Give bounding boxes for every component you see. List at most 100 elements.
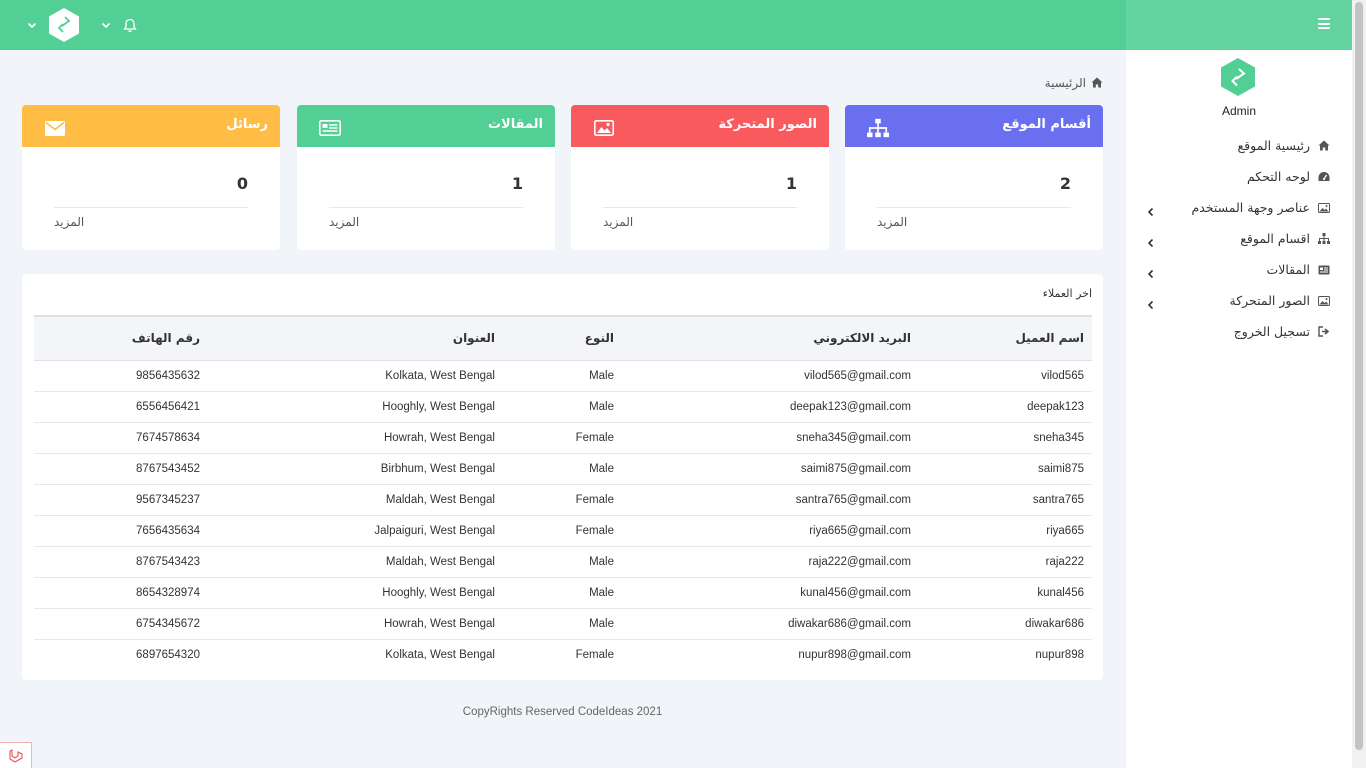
- cell-phone: 6754345672: [136, 617, 200, 630]
- cell-address: Howrah, West Bengal: [383, 431, 495, 444]
- hamburger-menu-icon[interactable]: [1318, 18, 1330, 29]
- bell-icon[interactable]: [120, 15, 140, 35]
- column-header-email: البريد الالكتروني: [813, 331, 911, 346]
- sidebar-item-dashboard[interactable]: لوحه التحكم: [1126, 161, 1352, 192]
- sitemap-icon: [867, 118, 889, 138]
- cell-address: Howrah, West Bengal: [383, 617, 495, 630]
- sidebar-item-articles[interactable]: المقالات: [1126, 254, 1352, 285]
- card-header: المقالات: [297, 105, 555, 147]
- sidebar-item-label: عناصر وجهة المستخدم: [1191, 200, 1310, 215]
- laravel-debug-icon[interactable]: [0, 742, 32, 768]
- cell-name: santra765: [1032, 493, 1084, 506]
- newspaper-icon: [319, 118, 341, 138]
- cell-address: Kolkata, West Bengal: [385, 369, 495, 382]
- table-row: 7656435634 Jalpaiguri, West Bengal Femal…: [34, 515, 1092, 546]
- breadcrumb: الرئيسية: [1045, 73, 1103, 92]
- table-header-row: رقم الهاتف العنوان النوع البريد الالكترو…: [34, 316, 1092, 360]
- cell-type: Male: [589, 555, 614, 568]
- cell-email: santra765@gmail.com: [795, 493, 911, 506]
- chevron-left-icon: [1146, 233, 1156, 248]
- cell-phone: 8654328974: [136, 586, 200, 599]
- cell-email: kunal456@gmail.com: [800, 586, 911, 599]
- table-row: 8654328974 Hooghly, West Bengal Male kun…: [34, 577, 1092, 608]
- user-avatar-logo-icon[interactable]: [48, 7, 80, 43]
- cell-phone: 9856435632: [136, 369, 200, 382]
- image-icon: [593, 118, 615, 138]
- cell-email: nupur898@gmail.com: [798, 648, 911, 661]
- page-scrollbar[interactable]: [1352, 0, 1366, 768]
- table-row: 6556456421 Hooghly, West Bengal Male dee…: [34, 391, 1092, 422]
- card-divider: [603, 207, 797, 208]
- card-title: رسائل: [226, 117, 268, 132]
- cell-name: saimi875: [1037, 462, 1084, 475]
- cell-name: kunal456: [1037, 586, 1084, 599]
- card-header: رسائل: [22, 105, 280, 147]
- card-count: 1: [511, 174, 523, 193]
- chevron-down-icon[interactable]: [96, 15, 116, 35]
- admin-avatar-logo-icon: [1220, 57, 1256, 97]
- card-header: الصور المتحركة: [571, 105, 829, 147]
- cell-address: Jalpaiguri, West Bengal: [374, 524, 495, 537]
- cell-email: sneha345@gmail.com: [796, 431, 911, 444]
- chevron-left-icon: [1146, 264, 1156, 279]
- scrollbar-thumb[interactable]: [1355, 2, 1363, 750]
- table-row: 6754345672 Howrah, West Bengal Male diwa…: [34, 608, 1092, 639]
- cell-email: raja222@gmail.com: [808, 555, 911, 568]
- cell-type: Female: [575, 431, 614, 444]
- table-row: 8767543452 Birbhum, West Bengal Male sai…: [34, 453, 1092, 484]
- sign-out-icon: [1318, 326, 1330, 338]
- sidebar-item-logout[interactable]: تسجيل الخروج: [1126, 316, 1352, 347]
- breadcrumb-home-link[interactable]: الرئيسية: [1045, 76, 1086, 90]
- cell-type: Male: [589, 462, 614, 475]
- cell-phone: 7674578634: [136, 431, 200, 444]
- home-icon: [1318, 140, 1330, 152]
- latest-customers-panel: اخر العملاء رقم الهاتف العنوان النوع الب…: [22, 274, 1103, 680]
- card-more-link[interactable]: المزيد: [54, 215, 84, 229]
- card-more-link[interactable]: المزيد: [329, 215, 359, 229]
- cell-type: Male: [589, 617, 614, 630]
- cell-name: diwakar686: [1025, 617, 1084, 630]
- column-header-name: اسم العميل: [1015, 331, 1084, 346]
- table-row: 8767543423 Maldah, West Bengal Male raja…: [34, 546, 1092, 577]
- image-icon: [1318, 295, 1330, 307]
- cell-phone: 8767543452: [136, 462, 200, 475]
- cell-address: Hooghly, West Bengal: [382, 586, 495, 599]
- sitemap-icon: [1318, 233, 1330, 245]
- sidebar-item-site-sections[interactable]: اقسام الموقع: [1126, 223, 1352, 254]
- card-count: 0: [236, 174, 248, 193]
- chevron-left-icon: [1146, 295, 1156, 310]
- card-count: 2: [1059, 174, 1071, 193]
- cell-phone: 9567345237: [136, 493, 200, 506]
- cell-type: Female: [575, 648, 614, 661]
- panel-title: اخر العملاء: [1042, 287, 1092, 300]
- cell-name: sneha345: [1033, 431, 1084, 444]
- card-divider: [877, 207, 1071, 208]
- sidebar-item-ui-elements[interactable]: عناصر وجهة المستخدم: [1126, 192, 1352, 223]
- cell-address: Maldah, West Bengal: [385, 493, 495, 506]
- sidebar-header: [1126, 0, 1352, 50]
- customers-table: رقم الهاتف العنوان النوع البريد الالكترو…: [34, 315, 1092, 670]
- top-navbar-actions: [22, 0, 140, 50]
- cell-email: riya665@gmail.com: [809, 524, 911, 537]
- column-header-type: النوع: [584, 331, 614, 346]
- stat-card-messages: رسائل 0 المزيد: [22, 105, 280, 250]
- sidebar-item-label: لوحه التحكم: [1246, 169, 1310, 184]
- cell-phone: 6556456421: [136, 400, 200, 413]
- cell-name: nupur898: [1035, 648, 1084, 661]
- chevron-down-icon[interactable]: [22, 15, 42, 35]
- cell-email: deepak123@gmail.com: [790, 400, 911, 413]
- card-count: 1: [785, 174, 797, 193]
- cell-email: diwakar686@gmail.com: [788, 617, 911, 630]
- chevron-left-icon: [1146, 202, 1156, 217]
- sidebar-item-sliders[interactable]: الصور المتحركة: [1126, 285, 1352, 316]
- cell-phone: 6897654320: [136, 648, 200, 661]
- cell-phone: 8767543423: [136, 555, 200, 568]
- card-more-link[interactable]: المزيد: [603, 215, 633, 229]
- card-more-link[interactable]: المزيد: [877, 215, 907, 229]
- footer-copyright: CopyRights Reserved CodeIdeas 2021: [462, 706, 663, 718]
- cell-address: Birbhum, West Bengal: [380, 462, 495, 475]
- cell-type: Female: [575, 524, 614, 537]
- sidebar-item-site-home[interactable]: رئيسية الموقع: [1126, 130, 1352, 161]
- cell-email: vilod565@gmail.com: [804, 369, 911, 382]
- card-title: الصور المتحركة: [718, 117, 817, 132]
